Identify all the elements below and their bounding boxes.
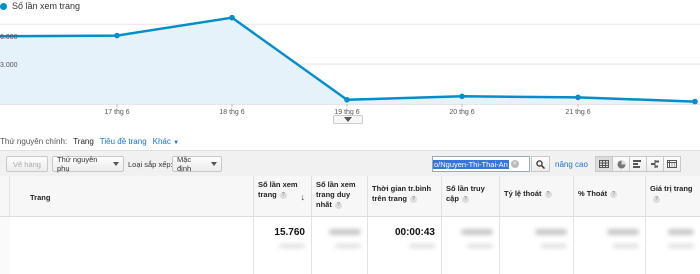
dimension-option-page-title[interactable]: Tiêu đề trang: [100, 137, 147, 146]
data-point[interactable]: [575, 94, 581, 101]
legend-label: Số lần xem trang: [12, 1, 81, 11]
sort-type-select[interactable]: Mặc định: [172, 155, 222, 173]
pivot-table-icon: [667, 160, 677, 168]
advanced-filter-link[interactable]: nâng cao: [555, 160, 588, 169]
table-search-input[interactable]: o/Nguyen-Thi-Thai-An ×: [432, 156, 530, 172]
comparison-icon: [651, 160, 659, 168]
help-icon[interactable]: ?: [279, 191, 287, 199]
primary-dimension-row: Thứ nguyên chính: Trang Tiêu đề trang Kh…: [0, 137, 179, 146]
grid-icon: [599, 160, 609, 168]
data-point[interactable]: [459, 93, 465, 100]
total-page-value: [646, 217, 700, 274]
search-icon: [536, 159, 545, 169]
column-header-label: Thời gian tr.bình trên trang: [372, 184, 432, 203]
view-switcher: [595, 156, 681, 172]
secondary-dimension-label: Thứ nguyên phụ: [57, 155, 98, 173]
column-header-exit-pct[interactable]: % Thoát?: [574, 176, 646, 217]
chart-legend[interactable]: Số lần xem trang: [0, 1, 80, 11]
total-avg-time: 00:00:43: [368, 217, 442, 274]
help-icon[interactable]: ?: [410, 195, 418, 203]
chart-svg: 17 thg 6 18 thg 6 19 thg 6 20 thg 6 21 thg 6: [0, 14, 700, 116]
y-tick-label: 3.000: [0, 62, 18, 69]
total-pageviews: 15.760: [254, 217, 312, 274]
clear-icon[interactable]: ×: [510, 160, 519, 168]
redacted-subtext: [541, 244, 567, 248]
help-icon[interactable]: ?: [544, 190, 552, 198]
dimension-option-other-label: Khác: [152, 137, 171, 146]
x-tick-label: 18 thg 6: [219, 109, 244, 116]
help-icon[interactable]: ?: [653, 195, 660, 203]
chevron-down-icon: [344, 117, 352, 122]
table-view-button[interactable]: [595, 156, 613, 172]
redacted-value: [461, 229, 493, 235]
column-header-page-value[interactable]: Giá trị trang?: [646, 176, 700, 217]
column-header-label: Trang: [30, 193, 51, 202]
x-tick-label: 17 thg 6: [104, 109, 129, 116]
x-tick-label: 21 thg 6: [565, 109, 590, 116]
dimension-option-other[interactable]: Khác ▼: [153, 137, 179, 146]
bar-list-icon: [633, 160, 641, 168]
help-icon[interactable]: ?: [610, 190, 618, 198]
data-point[interactable]: [344, 96, 350, 103]
percentage-view-button[interactable]: [612, 156, 630, 172]
chevron-down-icon: [113, 162, 119, 166]
column-header-label: % Thoát: [578, 189, 608, 198]
column-header-unique-pageviews[interactable]: Số lần xem trang duy nhất?: [312, 176, 368, 217]
column-header-label: Giá trị trang: [650, 184, 693, 193]
redacted-value: [535, 229, 567, 235]
search-input-value: o/Nguyen-Thi-Thai-An: [433, 159, 509, 169]
data-table: Trang Số lần xem trang? ↓ Số lần xem tra…: [0, 176, 700, 274]
table-toolbar: Vẽ hàng Thứ nguyên phụ Loại sắp xếp: Mặc…: [0, 150, 700, 176]
help-icon[interactable]: ?: [461, 195, 469, 203]
redacted-subtext: [668, 244, 694, 248]
column-header-bounce-rate[interactable]: Tỷ lệ thoát?: [500, 176, 574, 217]
secondary-dimension-select[interactable]: Thứ nguyên phụ: [52, 155, 124, 173]
data-point[interactable]: [692, 98, 698, 105]
x-tick-label: 20 thg 6: [449, 109, 474, 116]
totals-row-page-cell: [10, 217, 254, 274]
line-chart: 17 thg 6 18 thg 6 19 thg 6 20 thg 6 21 thg 6…: [0, 0, 700, 124]
redacted-subtext: [409, 244, 435, 248]
redacted-subtext: [335, 244, 361, 248]
total-unique-pageviews: [312, 217, 368, 274]
total-bounce-rate: [500, 217, 574, 274]
column-header-pageviews[interactable]: Số lần xem trang? ↓: [254, 176, 312, 217]
column-header-label: Số lần xem trang: [258, 180, 298, 199]
column-header-label: Tỷ lệ thoát: [504, 189, 542, 198]
column-header-avg-time[interactable]: Thời gian tr.bình trên trang?: [368, 176, 442, 217]
total-avg-time-value: 00:00:43: [394, 227, 435, 238]
y-tick-label: 6.000: [0, 34, 18, 41]
pie-chart-icon: [617, 160, 625, 168]
series-area: [0, 17, 695, 105]
total-exit-pct: [574, 217, 646, 274]
redacted-value: [668, 229, 694, 235]
chart-collapse-handle[interactable]: [333, 115, 363, 124]
redacted-value: [607, 229, 639, 235]
sort-descending-icon: ↓: [300, 192, 306, 202]
column-header-entrances[interactable]: Số lần truy cập?: [442, 176, 500, 217]
redacted-subtext: [613, 244, 639, 248]
data-point[interactable]: [229, 14, 235, 21]
primary-dimension-label: Thứ nguyên chính:: [0, 137, 68, 146]
sort-type-value: Mặc định: [177, 155, 192, 173]
select-all-column[interactable]: [0, 176, 10, 217]
redacted-subtext: [467, 244, 493, 248]
legend-dot-icon: [0, 2, 7, 10]
performance-view-button[interactable]: [629, 156, 647, 172]
search-button[interactable]: [531, 156, 550, 172]
chevron-down-icon: ▼: [173, 140, 180, 146]
help-icon[interactable]: ?: [334, 201, 342, 209]
column-header-page[interactable]: Trang: [10, 176, 254, 217]
redacted-value: [329, 229, 361, 235]
total-entrances: [442, 217, 500, 274]
sort-type-label: Loại sắp xếp:: [128, 160, 173, 169]
total-pageviews-value: 15.760: [274, 227, 305, 238]
chevron-down-icon: [211, 162, 217, 166]
comparison-view-button[interactable]: [646, 156, 664, 172]
pivot-view-button[interactable]: [663, 156, 681, 172]
redacted-subtext: [279, 244, 305, 248]
plot-rows-button[interactable]: Vẽ hàng: [6, 156, 48, 172]
dimension-option-page[interactable]: Trang: [73, 137, 94, 146]
data-point[interactable]: [114, 32, 120, 39]
